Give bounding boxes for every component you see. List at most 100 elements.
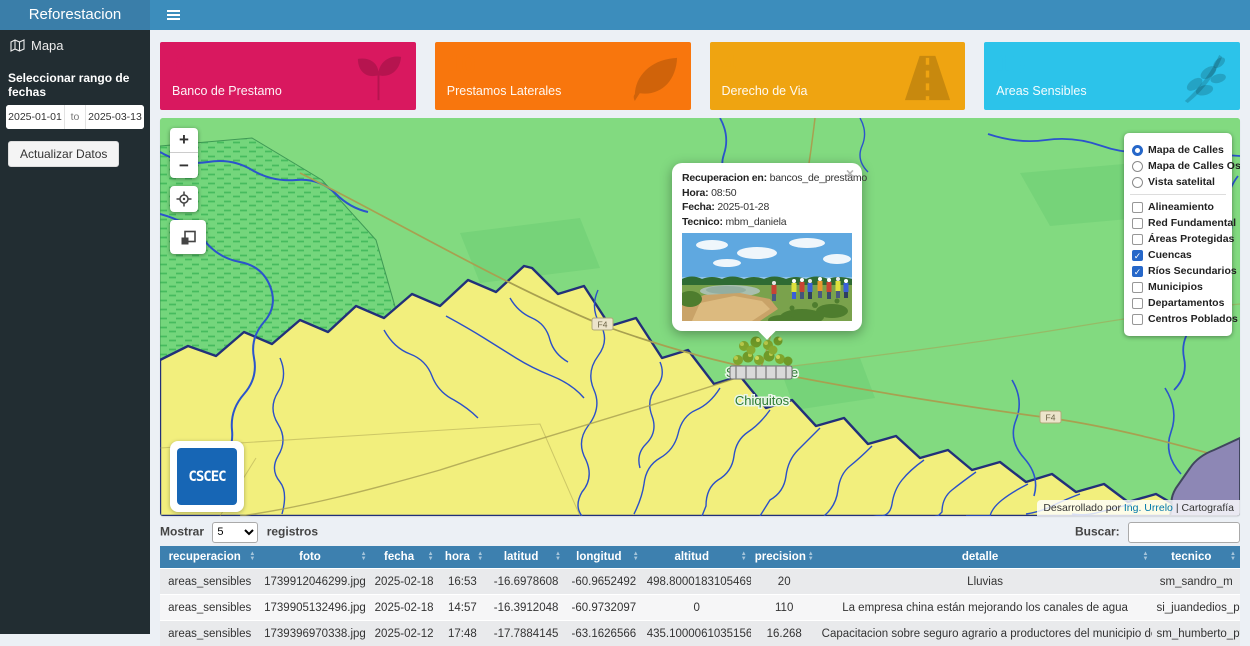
sort-icon: ▲▼ bbox=[477, 552, 483, 562]
base-layer-mapa-de-calles-oscuro[interactable]: Mapa de Calles Oscuro bbox=[1132, 160, 1224, 172]
table-cell: Capacitacion sobre seguro agrario a prod… bbox=[818, 621, 1153, 646]
overlay-layer-red-fundamental[interactable]: Red Fundamental bbox=[1132, 217, 1224, 229]
column-header-altitud[interactable]: altitud▲▼ bbox=[643, 546, 751, 569]
table-cell: -60.9652492 bbox=[565, 569, 643, 595]
checkbox-icon bbox=[1132, 234, 1143, 245]
town-label-line2: Chiquitos bbox=[735, 393, 790, 408]
update-data-button[interactable]: Actualizar Datos bbox=[8, 141, 119, 167]
table-cell: -17.7884145 bbox=[487, 621, 565, 646]
date-end-input[interactable] bbox=[86, 105, 144, 129]
table-cell: areas_sensibles bbox=[160, 569, 259, 595]
zoom-out-button[interactable]: − bbox=[170, 153, 198, 178]
sort-icon: ▲▼ bbox=[633, 552, 639, 562]
date-start-input[interactable] bbox=[6, 105, 64, 129]
popup-value: 2025-01-28 bbox=[717, 201, 769, 213]
sort-icon: ▲▼ bbox=[1230, 552, 1236, 562]
layer-label: Mapa de Calles Oscuro bbox=[1148, 160, 1240, 172]
table-cell: -60.9732097 bbox=[565, 595, 643, 621]
column-header-recuperacion[interactable]: recuperacion▲▼ bbox=[160, 546, 259, 569]
radio-icon bbox=[1132, 161, 1143, 172]
column-header-precision[interactable]: precision▲▼ bbox=[751, 546, 818, 569]
sidebar: Mapa Seleccionar rango de fechas to Actu… bbox=[0, 30, 150, 634]
table-cell: 20 bbox=[751, 569, 818, 595]
sort-icon: ▲▼ bbox=[361, 552, 367, 562]
base-layer-mapa-de-calles[interactable]: Mapa de Calles bbox=[1132, 144, 1224, 156]
cscec-logo-text: CSCEC bbox=[177, 448, 237, 505]
table-row[interactable]: areas_sensibles1739905132496.jpg2025-02-… bbox=[160, 595, 1240, 621]
table-cell: areas_sensibles bbox=[160, 595, 259, 621]
date-range-label: Seleccionar rango de fechas bbox=[8, 71, 142, 99]
sort-icon: ▲▼ bbox=[741, 552, 747, 562]
layer-label: Vista satelital bbox=[1148, 176, 1215, 188]
sort-icon: ▲▼ bbox=[1143, 552, 1149, 562]
table-cell: 110 bbox=[751, 595, 818, 621]
layer-label: Áreas Protegidas bbox=[1148, 233, 1234, 245]
tree-icon bbox=[747, 346, 756, 355]
popup-close-icon[interactable]: × bbox=[846, 166, 854, 180]
table-cell: 1739912046299.jpg bbox=[259, 569, 370, 595]
sort-icon: ▲▼ bbox=[808, 552, 814, 562]
layers-control: Mapa de Calles Mapa de Calles Oscuro Vista… bbox=[1124, 133, 1232, 336]
column-header-foto[interactable]: foto▲▼ bbox=[259, 546, 370, 569]
checkbox-icon bbox=[1132, 202, 1143, 213]
sidebar-item-mapa[interactable]: Mapa bbox=[0, 30, 150, 61]
tree-icon bbox=[774, 337, 783, 346]
locate-button[interactable] bbox=[170, 186, 198, 212]
table-cell: 16:53 bbox=[438, 569, 488, 595]
layer-label: Departamentos bbox=[1148, 297, 1224, 309]
popup-label: Recuperacion en: bbox=[682, 172, 767, 184]
popup-label: Tecnico: bbox=[682, 216, 723, 228]
overlay-layer-centros-poblados[interactable]: Centros Poblados bbox=[1132, 313, 1224, 325]
column-header-longitud[interactable]: longitud▲▼ bbox=[565, 546, 643, 569]
base-layer-vista-satelital[interactable]: Vista satelital bbox=[1132, 176, 1224, 188]
column-header-tecnico[interactable]: tecnico▲▼ bbox=[1152, 546, 1240, 569]
stat-card-areas-sensibles[interactable]: 10 Areas Sensibles bbox=[984, 42, 1240, 110]
column-header-detalle[interactable]: detalle▲▼ bbox=[818, 546, 1153, 569]
overlay-layer-cuencas[interactable]: ✓Cuencas bbox=[1132, 249, 1224, 261]
attribution-prefix: Desarrollado por bbox=[1043, 502, 1124, 514]
overlay-layer-áreas-protegidas[interactable]: Áreas Protegidas bbox=[1132, 233, 1224, 245]
table-cell: 2025-02-18 bbox=[371, 569, 438, 595]
overlay-layers-list: Alineamiento Red Fundamental Áreas Protegi… bbox=[1132, 201, 1224, 325]
overlay-layer-alineamiento[interactable]: Alineamiento bbox=[1132, 201, 1224, 213]
checkbox-icon: ✓ bbox=[1132, 266, 1143, 277]
column-header-fecha[interactable]: fecha▲▼ bbox=[371, 546, 438, 569]
draw-polygon-button[interactable] bbox=[170, 220, 206, 254]
checkbox-icon bbox=[1132, 314, 1143, 325]
column-header-hora[interactable]: hora▲▼ bbox=[438, 546, 488, 569]
checkbox-icon bbox=[1132, 218, 1143, 229]
overlay-layer-municipios[interactable]: Municipios bbox=[1132, 281, 1224, 293]
draw-rectangle-icon bbox=[179, 228, 198, 247]
table-row[interactable]: areas_sensibles1739912046299.jpg2025-02-… bbox=[160, 569, 1240, 595]
radio-icon bbox=[1132, 145, 1143, 156]
page-size-select[interactable]: 5 bbox=[212, 522, 258, 543]
stat-card-derecho-de-via[interactable]: 4 Derecho de Via bbox=[710, 42, 966, 110]
records-table: recuperacion▲▼foto▲▼fecha▲▼hora▲▼latitud… bbox=[160, 546, 1240, 646]
overlay-layer-departamentos[interactable]: Departamentos bbox=[1132, 297, 1224, 309]
layer-label: Alineamiento bbox=[1148, 201, 1214, 213]
column-header-latitud[interactable]: latitud▲▼ bbox=[487, 546, 565, 569]
navbar-rest bbox=[150, 0, 1250, 30]
layer-label: Mapa de Calles bbox=[1148, 144, 1224, 156]
tree-icon bbox=[775, 354, 785, 364]
search-input[interactable] bbox=[1128, 522, 1240, 543]
app-title: Reforestacion bbox=[0, 0, 150, 30]
road-badge: F4 bbox=[592, 318, 613, 330]
table-cell: sm_sandro_m bbox=[1152, 569, 1240, 595]
popup-photo bbox=[682, 233, 852, 321]
road-icon bbox=[900, 49, 955, 104]
checkbox-icon bbox=[1132, 282, 1143, 293]
zoom-control: + − bbox=[170, 128, 198, 178]
popup-value: mbm_daniela bbox=[726, 216, 787, 228]
stat-cards-row: 6 Banco de Prestamo 10 Prestamos Lateral… bbox=[160, 42, 1240, 110]
sidebar-toggle-button[interactable] bbox=[163, 6, 184, 24]
attribution-link[interactable]: Ing. Urrelo bbox=[1124, 502, 1173, 514]
stat-card-banco-de-prestamo[interactable]: 6 Banco de Prestamo bbox=[160, 42, 416, 110]
svg-text:F4: F4 bbox=[598, 320, 608, 330]
search-label: Buscar: bbox=[1075, 524, 1120, 538]
stat-card-prestamos-laterales[interactable]: 10 Prestamos Laterales bbox=[435, 42, 691, 110]
table-row[interactable]: areas_sensibles1739396970338.jpg2025-02-… bbox=[160, 621, 1240, 646]
zoom-in-button[interactable]: + bbox=[170, 128, 198, 153]
search-control: Buscar: bbox=[1075, 522, 1240, 543]
overlay-layer-ríos-secundarios[interactable]: ✓Ríos Secundarios bbox=[1132, 265, 1224, 277]
